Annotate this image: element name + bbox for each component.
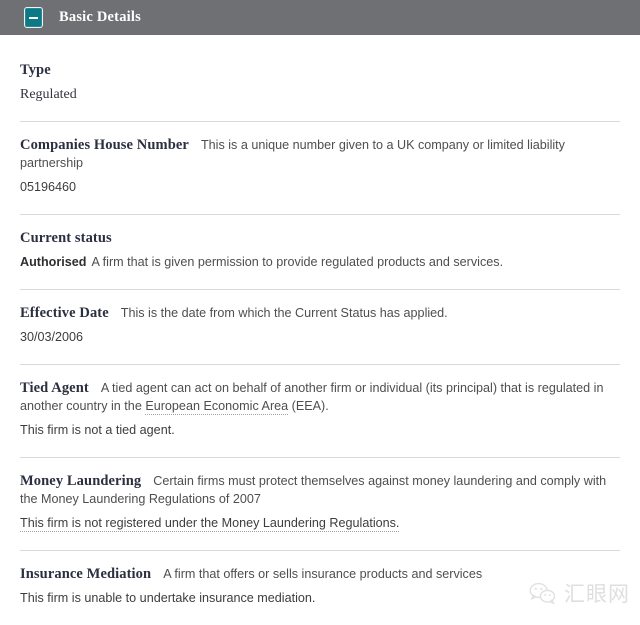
field-value-type: Regulated: [20, 87, 77, 102]
minus-icon[interactable]: [24, 7, 43, 28]
section-effective-date: Effective Date This is the date from whic…: [20, 290, 620, 364]
field-label-effective-date: Effective Date: [20, 305, 109, 321]
section-insurance-mediation: Insurance Mediation A firm that offers or…: [20, 551, 620, 625]
field-label-companies-house-number: Companies House Number: [20, 137, 189, 153]
section-type: Type Regulated: [20, 35, 620, 121]
field-label-type: Type: [20, 62, 51, 78]
minus-glyph: [29, 16, 38, 19]
field-value-insurance-mediation: This firm is unable to undertake insuran…: [20, 591, 316, 605]
field-label-money-laundering: Money Laundering: [20, 473, 142, 489]
section-companies-house-number: Companies House Number This is a unique n…: [20, 122, 620, 214]
field-head-money-laundering: Money Laundering Certain firms must prote…: [20, 472, 620, 508]
field-label-current-status: Current status: [20, 230, 112, 246]
section-current-status: Current status Authorised A firm that is …: [20, 215, 620, 289]
panel-title: Basic Details: [59, 9, 141, 25]
panel-body: Type Regulated Companies House Number Thi…: [0, 35, 640, 625]
field-value-money-laundering: This firm is not registered under the Mo…: [20, 514, 620, 533]
section-tied-agent: Tied Agent A tied agent can act on behalf…: [20, 365, 620, 457]
field-description-effective-date: This is the date from which the Current …: [120, 306, 448, 320]
field-value-tied-agent: This firm is not a tied agent.: [20, 423, 175, 437]
status-badge: Authorised: [20, 255, 87, 269]
field-head-tied-agent: Tied Agent A tied agent can act on behalf…: [20, 379, 620, 415]
field-label-tied-agent: Tied Agent: [20, 380, 89, 396]
field-head-effective-date: Effective Date This is the date from whic…: [20, 304, 620, 322]
field-head-current-status: Current status: [20, 229, 620, 247]
eea-term[interactable]: European Economic Area: [145, 399, 289, 415]
tied-agent-desc-part2: (EEA).: [288, 399, 329, 413]
status-description: A firm that is given permission to provi…: [91, 255, 504, 269]
field-description-tied-agent: A tied agent can act on behalf of anothe…: [20, 381, 603, 415]
field-head-companies-house-number: Companies House Number This is a unique n…: [20, 136, 620, 172]
field-head-insurance-mediation: Insurance Mediation A firm that offers or…: [20, 565, 620, 583]
money-laundering-statement[interactable]: This firm is not registered under the Mo…: [20, 516, 400, 532]
field-value-current-status: Authorised A firm that is given permissio…: [20, 253, 620, 272]
panel-header: Basic Details: [0, 0, 640, 35]
field-description-insurance-mediation: A firm that offers or sells insurance pr…: [163, 567, 483, 581]
field-value-effective-date: 30/03/2006: [20, 330, 84, 344]
field-head-type: Type: [20, 61, 620, 79]
field-value-companies-house-number: 05196460: [20, 180, 77, 194]
field-label-insurance-mediation: Insurance Mediation: [20, 566, 152, 582]
section-money-laundering: Money Laundering Certain firms must prote…: [20, 458, 620, 550]
